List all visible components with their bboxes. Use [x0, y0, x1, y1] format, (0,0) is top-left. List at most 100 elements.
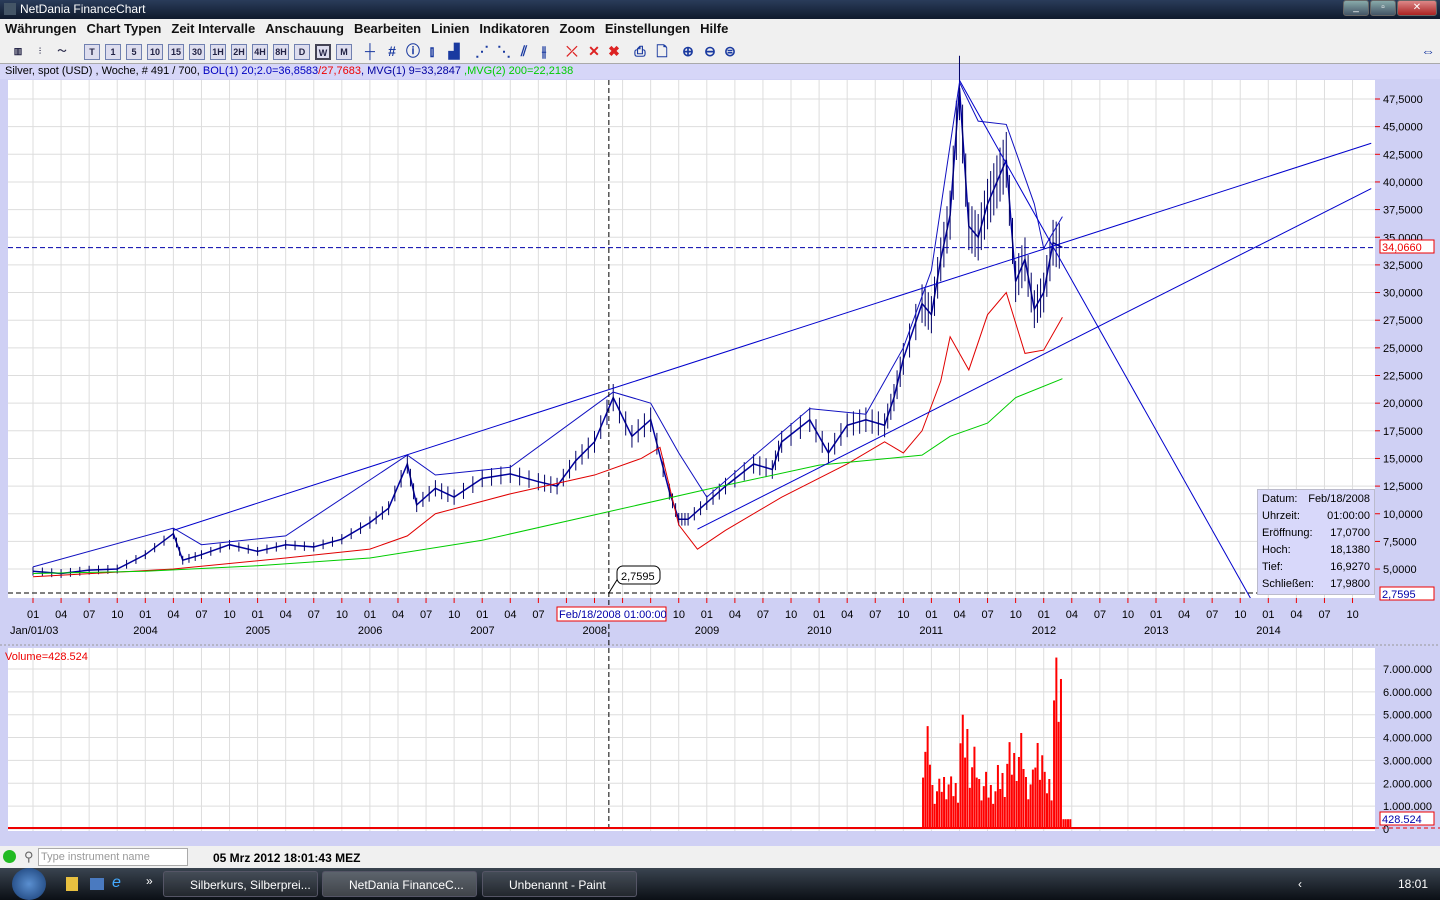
volume-last-label: 428.524	[1382, 814, 1422, 826]
y-tick-label: 12,5000	[1383, 481, 1423, 493]
crosshair-info-box: Datum: Feb/18/2008 Uhrzeit: 01:00:00 Eröffnu…	[1257, 489, 1375, 595]
info-label: Hoch:	[1262, 544, 1291, 556]
volume-bar	[954, 782, 957, 829]
volume-bar	[971, 767, 974, 829]
volume-bar	[1048, 778, 1051, 829]
info-label: Datum:	[1262, 493, 1298, 505]
x-tick-month: 10	[785, 609, 797, 621]
volume-bar	[933, 803, 936, 829]
x-tick-month: 04	[167, 609, 179, 621]
volume-bar	[931, 784, 934, 829]
x-tick-year: 2007	[470, 625, 494, 637]
info-label: Eröffnung:	[1262, 527, 1313, 539]
chart-area[interactable]: 47,500045,000042,500040,000037,500035,00…	[0, 0, 1440, 846]
info-value: 16,9270	[1330, 561, 1370, 573]
volume-bar	[1029, 784, 1032, 829]
volume-bar	[1008, 742, 1011, 829]
volume-bar	[1003, 796, 1006, 829]
x-tick-month: 01	[139, 609, 151, 621]
x-tick-month: 04	[953, 609, 965, 621]
volume-bar	[1022, 768, 1025, 829]
volume-plot-area	[8, 648, 1375, 831]
y-tick-label: 32,5000	[1383, 260, 1423, 272]
volume-y-tick-label: 6.000.000	[1383, 687, 1432, 699]
x-tick-year: 2011	[919, 625, 943, 637]
x-tick-month: 04	[1290, 609, 1302, 621]
volume-bar	[975, 777, 978, 829]
x-tick-month: 04	[1066, 609, 1078, 621]
x-tick-month: 07	[195, 609, 207, 621]
x-tick-year: 2013	[1144, 625, 1168, 637]
volume-bar	[1064, 819, 1067, 829]
info-value: 18,1380	[1330, 544, 1370, 556]
x-tick-month: 01	[1262, 609, 1274, 621]
volume-bar	[1038, 779, 1041, 829]
x-tick-year: 2010	[807, 625, 831, 637]
crosshair-value-label: 2,7595	[1382, 589, 1416, 601]
volume-bar	[1020, 732, 1023, 829]
x-tick-month: 01	[1038, 609, 1050, 621]
volume-bar	[1001, 772, 1004, 829]
x-tick-month: 07	[83, 609, 95, 621]
info-value: 17,0700	[1330, 527, 1370, 539]
volume-bar	[1050, 800, 1053, 829]
task-netdania[interactable]: NetDania FinanceC...	[322, 871, 477, 897]
volume-bar	[957, 802, 960, 829]
show-desktop-icon[interactable]	[90, 878, 104, 890]
y-tick-label: 37,5000	[1383, 205, 1423, 217]
volume-title: Volume=428.524	[5, 651, 88, 663]
volume-bar	[973, 746, 976, 829]
info-row: Tief: 16,9270	[1262, 561, 1370, 578]
task-browser[interactable]: Silberkurs, Silberprei...	[163, 871, 318, 897]
y-tick-label: 42,5000	[1383, 149, 1423, 161]
x-tick-month: 10	[224, 609, 236, 621]
instrument-search-input[interactable]: Type instrument name	[38, 848, 188, 866]
volume-bar	[1024, 776, 1027, 829]
volume-bar	[966, 728, 969, 829]
x-tick-month: 07	[982, 609, 994, 621]
x-tick-month: 04	[841, 609, 853, 621]
x-tick-month: 10	[897, 609, 909, 621]
y-tick-label: 45,0000	[1383, 122, 1423, 134]
y-tick-label: 30,0000	[1383, 288, 1423, 300]
info-value: 17,9800	[1330, 578, 1370, 590]
explorer-icon[interactable]	[66, 877, 78, 891]
volume-bar	[994, 791, 997, 829]
crosshair-callout-text: 2,7595	[621, 571, 655, 583]
x-tick-month: 10	[336, 609, 348, 621]
volume-bar	[987, 797, 990, 829]
volume-bar	[940, 791, 943, 829]
volume-y-tick-label: 4.000.000	[1383, 733, 1432, 745]
volume-bar	[947, 784, 950, 829]
task-paint[interactable]: Unbenannt - Paint	[482, 871, 637, 897]
volume-bar	[959, 743, 962, 829]
info-label: Tief:	[1262, 561, 1283, 573]
x-start-label: Jan/01/03	[10, 625, 58, 637]
volume-bar	[1067, 819, 1070, 829]
x-tick-month: 01	[252, 609, 264, 621]
volume-bar	[945, 799, 948, 829]
x-tick-month: 07	[757, 609, 769, 621]
x-tick-month: 07	[308, 609, 320, 621]
x-tick-month: 04	[504, 609, 516, 621]
volume-bar	[968, 787, 971, 829]
volume-bar	[1031, 769, 1034, 829]
info-row: Datum: Feb/18/2008	[1262, 493, 1370, 510]
price-plot-area	[8, 80, 1375, 598]
x-tick-month: 10	[111, 609, 123, 621]
volume-bar	[996, 764, 999, 829]
x-tick-month: 01	[1150, 609, 1162, 621]
ie-icon[interactable]: e	[112, 874, 121, 892]
start-button[interactable]	[12, 868, 46, 900]
volume-bar	[952, 796, 955, 829]
tray-chevron-icon[interactable]: ‹	[1298, 877, 1302, 891]
x-tick-month: 07	[869, 609, 881, 621]
volume-bar	[1062, 819, 1065, 829]
crosshair-date-label: Feb/18/2008 01:00:00	[559, 609, 667, 621]
y-tick-label: 40,0000	[1383, 177, 1423, 189]
more-icon[interactable]: »	[146, 874, 153, 888]
y-tick-label: 20,0000	[1383, 398, 1423, 410]
x-tick-month: 01	[364, 609, 376, 621]
volume-y-tick-label: 5.000.000	[1383, 710, 1432, 722]
volume-bar	[999, 788, 1002, 829]
